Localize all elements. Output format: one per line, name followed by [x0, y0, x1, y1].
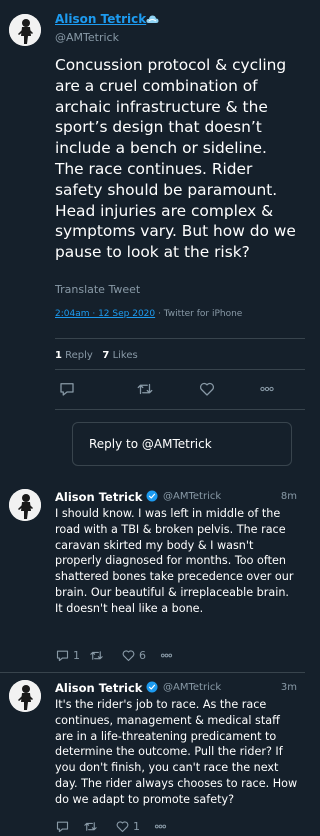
more-button[interactable]: [159, 646, 177, 664]
more-button[interactable]: [153, 817, 171, 835]
reply-text: I should know. I was left in middle of t…: [55, 507, 294, 615]
translate-tweet-link[interactable]: Translate Tweet: [55, 283, 140, 296]
reply-icon: [56, 821, 69, 832]
avatar-image: [9, 14, 41, 46]
reply-icon: [56, 650, 69, 661]
reply-time[interactable]: 8m: [281, 491, 297, 502]
reply-time[interactable]: 3m: [281, 682, 297, 693]
reply-button[interactable]: [55, 817, 73, 835]
tweet-actions: [55, 378, 295, 400]
divider: [55, 338, 305, 339]
cloud-badge-icon: [146, 15, 159, 23]
like-label[interactable]: Likes: [113, 350, 138, 361]
author-name[interactable]: Alison Tetrick: [55, 490, 142, 504]
tweet-timestamp[interactable]: 2:04am · 12 Sep 2020: [55, 309, 155, 319]
retweet-button[interactable]: [89, 646, 107, 664]
reply-button[interactable]: 1: [55, 646, 80, 664]
more-icon: [160, 653, 173, 657]
more-icon: [154, 824, 167, 828]
reply-count: 1: [73, 648, 80, 662]
tweet-stats: 1 Reply 7 Likes: [55, 350, 138, 361]
author-handle[interactable]: @AMTetrick: [163, 682, 221, 693]
retweet-icon: [84, 821, 97, 831]
more-icon: [260, 386, 274, 392]
divider: [0, 672, 305, 673]
retweet-icon: [90, 650, 103, 660]
verified-badge-icon: [146, 490, 158, 502]
reply-input-placeholder[interactable]: Reply to @AMTetrick: [89, 437, 212, 451]
reply-icon: [60, 383, 74, 396]
author-name[interactable]: Alison Tetrick: [55, 12, 146, 26]
like-button[interactable]: 6: [121, 646, 146, 664]
reply-actions: 1 6: [55, 646, 195, 664]
avatar-image: [9, 680, 41, 712]
divider: [55, 369, 305, 370]
reply-composer[interactable]: Reply to @AMTetrick: [72, 422, 292, 466]
author-name[interactable]: Alison Tetrick: [55, 681, 142, 695]
like-button[interactable]: 1: [115, 817, 140, 835]
author-handle[interactable]: @AMTetrick: [163, 491, 221, 502]
reply-button[interactable]: [57, 378, 77, 400]
like-count: 7: [102, 350, 110, 361]
verified-badge-icon: [146, 681, 158, 693]
like-icon: [116, 820, 129, 832]
like-icon: [122, 649, 135, 661]
tweet-meta: 2:04am · 12 Sep 2020 · Twitter for iPhon…: [55, 309, 242, 319]
retweet-button[interactable]: [83, 817, 101, 835]
reply-label[interactable]: Reply: [65, 350, 93, 361]
more-button[interactable]: [257, 378, 277, 400]
author-handle[interactable]: @AMTetrick: [55, 31, 119, 44]
avatar[interactable]: [9, 489, 41, 521]
retweet-button[interactable]: [135, 378, 155, 400]
divider: [55, 409, 305, 410]
like-count: 1: [133, 819, 140, 833]
like-icon: [199, 382, 215, 396]
tweet-text: Concussion protocol & cycling are a crue…: [55, 56, 296, 262]
retweet-icon: [137, 383, 153, 395]
reply-actions: 1: [55, 817, 195, 835]
avatar[interactable]: [9, 680, 41, 712]
avatar-image: [9, 489, 41, 521]
like-button[interactable]: [197, 378, 217, 400]
reply-text: It's the rider's job to race. As the rac…: [55, 698, 298, 806]
reply-count: 1: [55, 350, 62, 361]
avatar[interactable]: [9, 14, 41, 46]
tweet-source: · Twitter for iPhone: [155, 309, 243, 319]
like-count: 6: [139, 648, 146, 662]
